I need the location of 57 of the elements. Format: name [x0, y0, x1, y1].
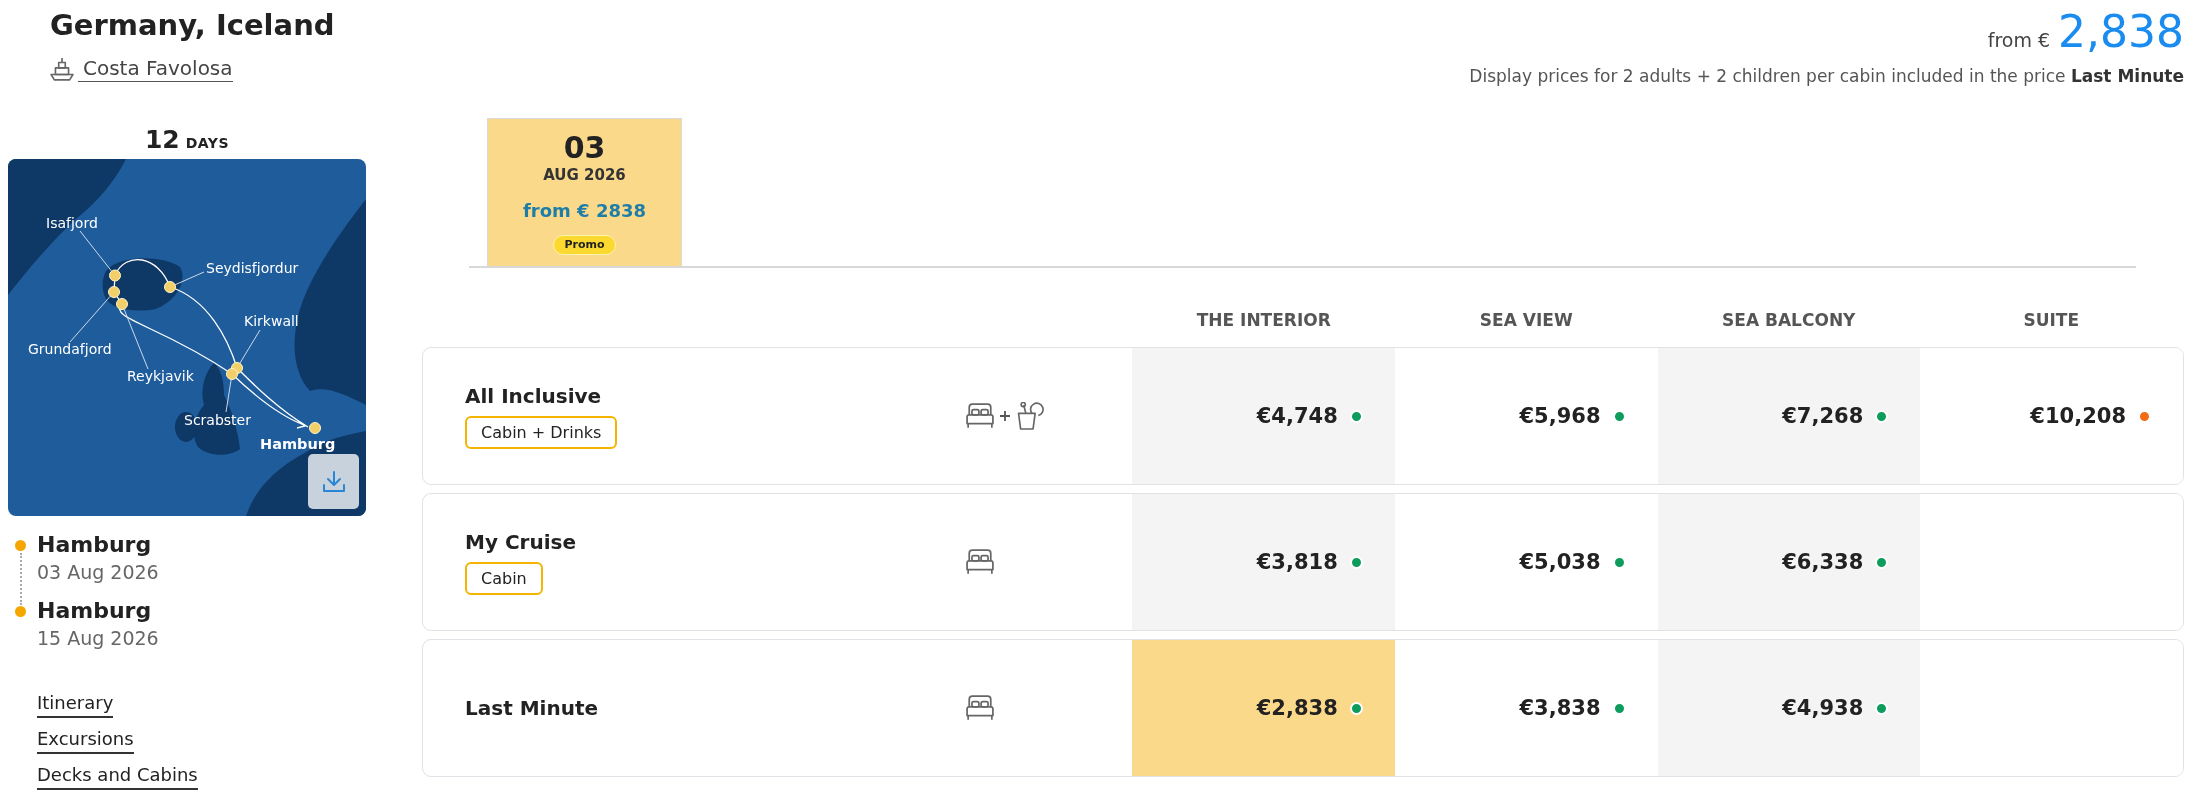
fare-tag: Cabin + Drinks	[465, 415, 618, 449]
stop-port: Hamburg	[37, 597, 152, 625]
download-icon	[322, 470, 345, 493]
column-header: THE INTERIOR	[1195, 309, 1332, 331]
port-label: Scrabster	[184, 411, 251, 428]
port-marker-icon	[164, 281, 176, 293]
date-month: AUG 2026	[543, 165, 626, 185]
price-note: Display prices for 2 adults + 2 children per cabin included in the price Last Minute	[1469, 65, 2184, 87]
bed-icon	[966, 403, 994, 429]
price-cell[interactable]: €6,338	[1657, 494, 1921, 630]
stop-dot-icon	[15, 540, 26, 551]
stop-date: 03 Aug 2026	[37, 560, 159, 585]
date-price: from € 2838	[523, 199, 646, 223]
column-header: SEA VIEW	[1478, 309, 1574, 331]
port-marker-icon	[108, 286, 120, 298]
fare-name: Last Minute	[465, 696, 599, 720]
stop-dot-icon	[15, 606, 26, 617]
fare-name: My Cruise	[465, 529, 576, 554]
date-tab[interactable]: 03 AUG 2026 from € 2838 Promo	[487, 118, 682, 266]
section-link[interactable]: Itinerary	[37, 691, 114, 718]
port-label: Reykjavik	[127, 368, 194, 384]
ship-link[interactable]: Costa Favolosa	[78, 56, 233, 82]
bed-icon	[966, 549, 994, 575]
ship-icon	[50, 57, 74, 81]
port-marker-icon	[226, 368, 238, 380]
date-day: 03	[563, 131, 606, 165]
price-prefix: from €	[1987, 29, 2051, 51]
section-link[interactable]: Excursions	[37, 727, 134, 754]
port-marker-icon	[309, 422, 321, 434]
timeline-connector	[20, 553, 22, 605]
lowest-price: 2,838	[2058, 8, 2184, 56]
price-cell[interactable]: €3,818	[1132, 494, 1395, 630]
port-marker-icon	[109, 269, 121, 282]
port-label: Seydisfjordur	[206, 259, 299, 276]
port-label: Hamburg	[260, 436, 336, 452]
port-label: Grundafjord	[28, 340, 112, 357]
plus-icon	[1000, 411, 1010, 421]
download-button[interactable]	[308, 454, 359, 509]
stop-port: Hamburg	[37, 531, 152, 559]
trip-title: Germany, Iceland	[50, 8, 335, 42]
price-cell[interactable]: €4,748	[1132, 348, 1395, 484]
price-cell[interactable]: €2,838	[1132, 640, 1395, 776]
port-label: Kirkwall	[244, 312, 299, 329]
section-link[interactable]: Decks and Cabins	[37, 763, 198, 790]
column-header: SEA BALCONY	[1721, 309, 1857, 331]
column-header: SUITE	[2022, 309, 2081, 331]
port-marker-icon	[116, 298, 128, 310]
promo-badge: Promo	[553, 235, 616, 255]
stop-date: 15 Aug 2026	[37, 626, 159, 651]
fare-tag: Cabin	[465, 561, 543, 595]
price-cell[interactable]: €4,938	[1657, 640, 1921, 776]
fare-name: All Inclusive	[465, 383, 602, 408]
port-label: Isafjord	[46, 215, 98, 231]
duration-unit: DAYS	[185, 134, 230, 153]
duration-value: 12	[144, 124, 180, 156]
price-cell[interactable]: €7,268	[1657, 348, 1921, 484]
bed-icon	[966, 695, 994, 721]
